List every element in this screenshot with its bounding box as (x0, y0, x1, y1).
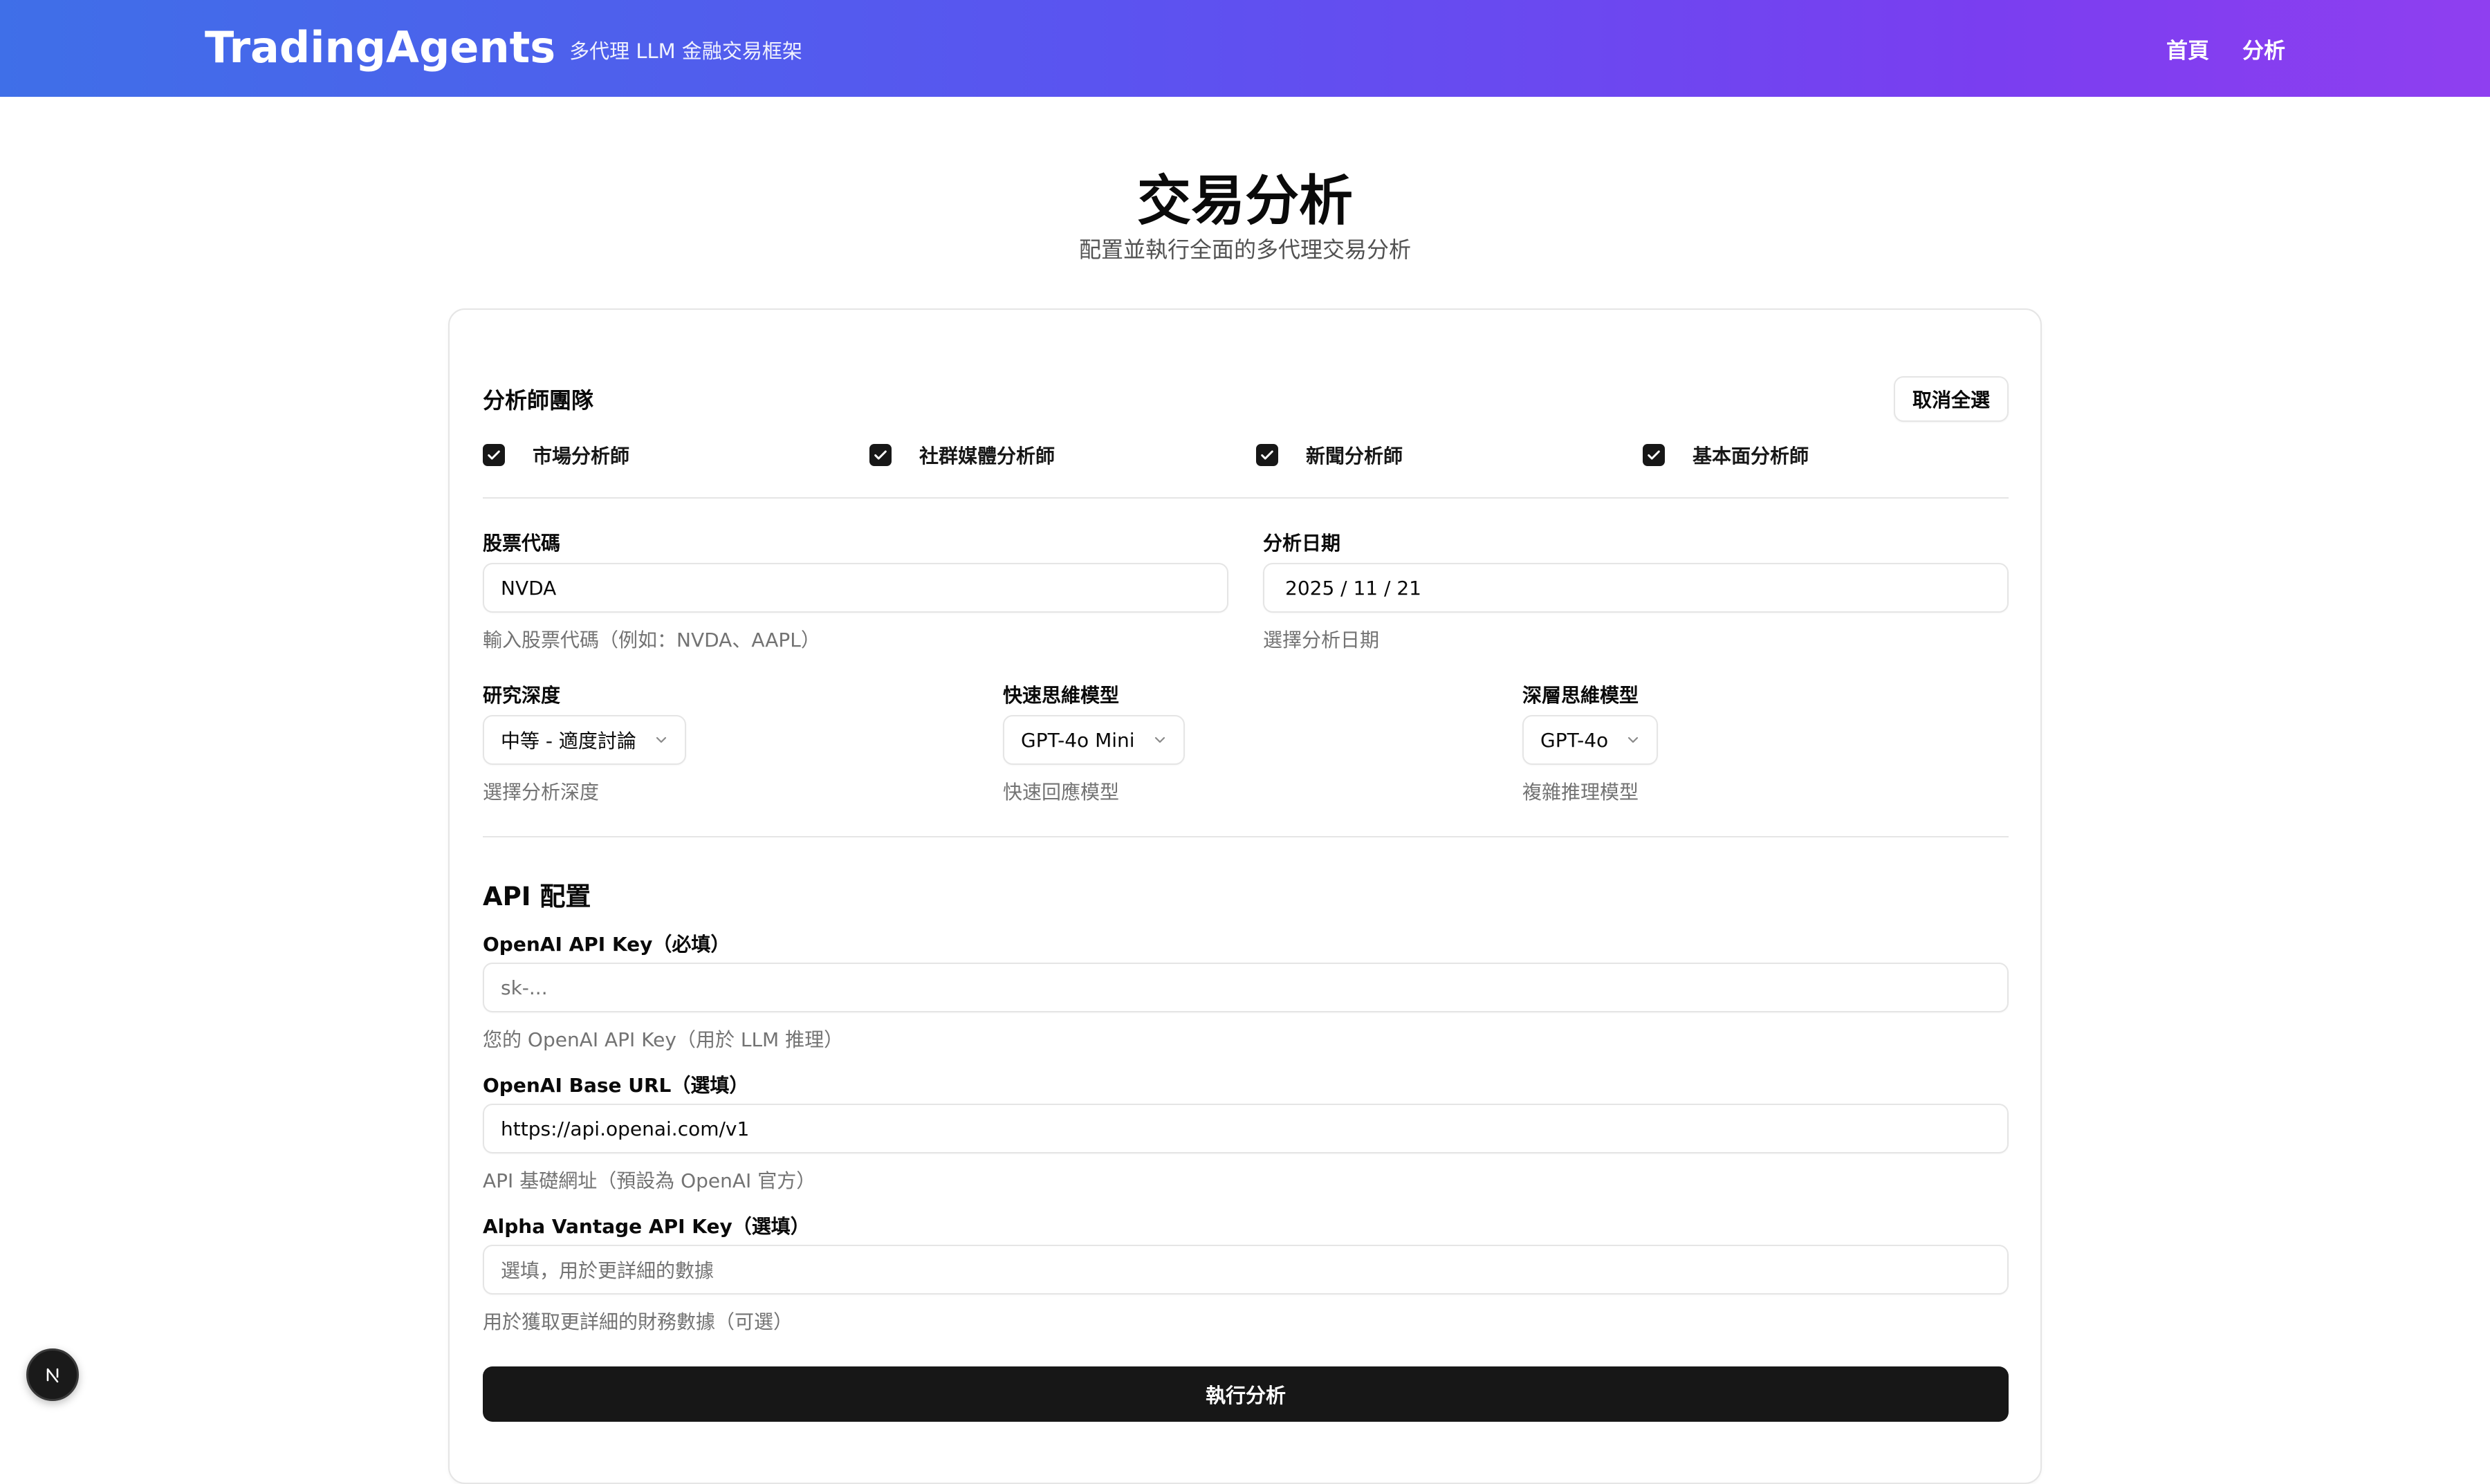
section-divider (483, 497, 2009, 499)
analyst-checkbox-fundamentals[interactable]: 基本面分析師 (1643, 441, 1809, 469)
chevron-down-icon (1628, 736, 1639, 743)
alpha-vantage-key-label: Alpha Vantage API Key（選填） (483, 1215, 810, 1238)
nextjs-logo-icon (40, 1362, 65, 1387)
quick-model-hint: 快速回應模型 (1003, 781, 1120, 804)
ticker-label: 股票代碼 (483, 532, 561, 555)
research-depth-label: 研究深度 (483, 684, 561, 707)
base-url-input[interactable]: https://api.openai.com/v1 (483, 1104, 2009, 1153)
section-divider (483, 836, 2009, 837)
date-hint: 選擇分析日期 (1263, 629, 1380, 651)
analyst-label: 市場分析師 (533, 445, 630, 467)
analyst-label: 社群媒體分析師 (919, 445, 1055, 467)
checkbox-checked-icon[interactable] (1643, 444, 1665, 466)
deep-model-hint: 複雜推理模型 (1522, 781, 1639, 804)
analyst-team-title: 分析師團隊 (483, 387, 594, 414)
openai-key-input[interactable]: sk-... (483, 963, 2009, 1012)
top-navigation-bar: TradingAgents 多代理 LLM 金融交易框架 首頁 分析 (0, 0, 2490, 97)
analysis-config-card: 分析師團隊 取消全選 市場分析師 社群媒體分析師 新聞分析師 基本面分析師 股票… (448, 308, 2042, 1484)
checkbox-checked-icon[interactable] (1256, 444, 1278, 466)
openai-key-label: OpenAI API Key（必填） (483, 933, 730, 956)
openai-key-hint: 您的 OpenAI API Key（用於 LLM 推理） (483, 1028, 844, 1051)
brand-tagline: 多代理 LLM 金融交易框架 (569, 39, 802, 63)
date-input[interactable]: 2025 / 11 / 21 (1263, 563, 2009, 613)
analyst-label: 基本面分析師 (1693, 445, 1809, 467)
research-depth-select[interactable]: 中等 - 適度討論 (483, 715, 686, 765)
chevron-down-icon (1154, 736, 1165, 743)
quick-model-select[interactable]: GPT-4o Mini (1003, 715, 1185, 765)
date-label: 分析日期 (1263, 532, 1341, 555)
top-nav: 首頁 分析 (2166, 19, 2285, 77)
deep-model-label: 深層思維模型 (1522, 684, 1639, 707)
analyst-checkbox-social-media[interactable]: 社群媒體分析師 (869, 441, 1055, 469)
research-depth-hint: 選擇分析深度 (483, 781, 600, 804)
quick-model-value: GPT-4o Mini (1021, 728, 1135, 752)
deep-model-value: GPT-4o (1540, 728, 1609, 752)
analyst-checkbox-news[interactable]: 新聞分析師 (1256, 441, 1403, 469)
ticker-input[interactable]: NVDA (483, 563, 1228, 613)
alpha-vantage-key-input[interactable]: 選填，用於更詳細的數據 (483, 1245, 2009, 1295)
chevron-down-icon (656, 736, 667, 743)
alpha-vantage-key-hint: 用於獲取更詳細的財務數據（可選） (483, 1310, 793, 1333)
checkbox-checked-icon[interactable] (869, 444, 892, 466)
nav-link-home[interactable]: 首頁 (2166, 33, 2209, 64)
ticker-hint: 輸入股票代碼（例如：NVDA、AAPL） (483, 629, 820, 651)
analyst-label: 新聞分析師 (1306, 445, 1403, 467)
nextjs-dev-badge[interactable] (26, 1348, 79, 1401)
checkbox-checked-icon[interactable] (483, 444, 505, 466)
page-title: 交易分析 (1136, 170, 1353, 232)
nav-link-analysis[interactable]: 分析 (2242, 33, 2285, 64)
run-analysis-button[interactable]: 執行分析 (483, 1366, 2009, 1422)
page-subtitle: 配置並執行全面的多代理交易分析 (1078, 236, 1411, 263)
brand-title[interactable]: TradingAgents (205, 22, 555, 73)
analyst-checkbox-market[interactable]: 市場分析師 (483, 441, 629, 469)
base-url-label: OpenAI Base URL（選填） (483, 1074, 749, 1097)
brand[interactable]: TradingAgents 多代理 LLM 金融交易框架 (205, 12, 802, 82)
api-config-title: API 配置 (483, 882, 591, 911)
quick-model-label: 快速思維模型 (1003, 684, 1120, 707)
deselect-all-button[interactable]: 取消全選 (1894, 376, 2009, 422)
deep-model-select[interactable]: GPT-4o (1522, 715, 1659, 765)
base-url-hint: API 基礎網址（預設為 OpenAI 官方） (483, 1169, 816, 1192)
research-depth-value: 中等 - 適度討論 (501, 730, 636, 752)
